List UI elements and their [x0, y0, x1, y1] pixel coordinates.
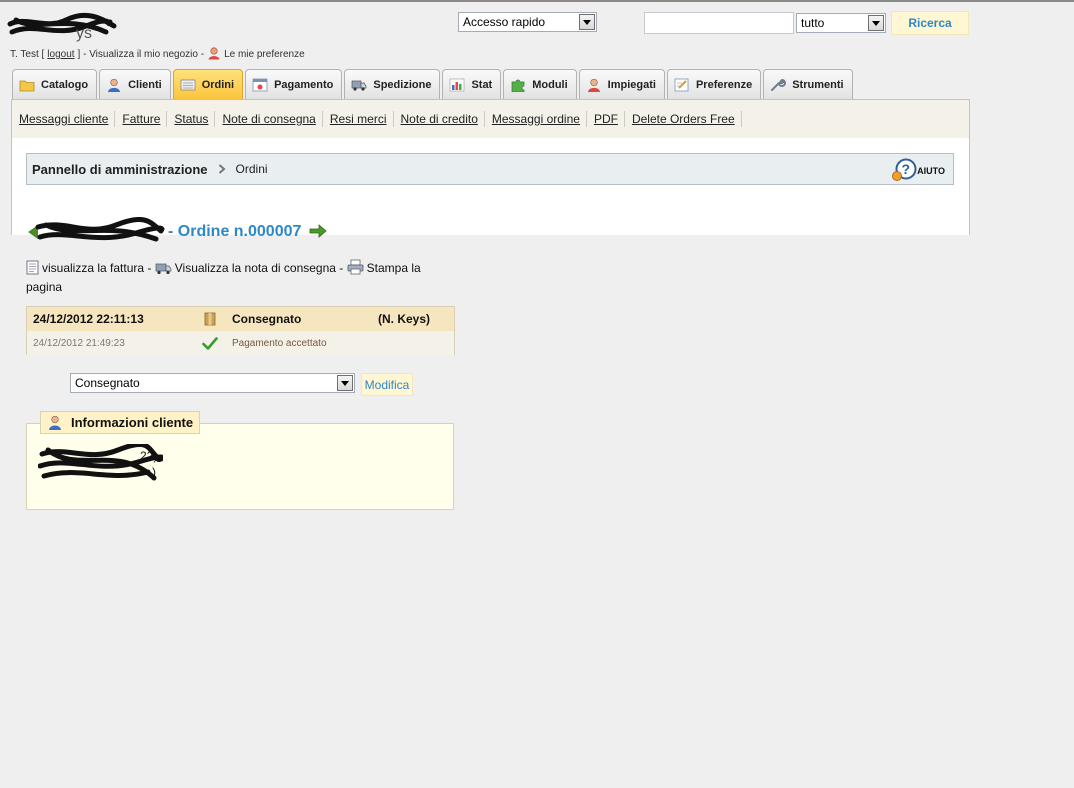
customer-info-title: Informazioni cliente: [71, 415, 194, 430]
submenu-delete-orders-free[interactable]: Delete Orders Free: [631, 111, 742, 127]
tab-label: Clienti: [128, 79, 162, 91]
truck-icon: [155, 262, 172, 279]
customer-details-redacted: 22) ): [38, 444, 163, 481]
next-order-arrow-icon[interactable]: [309, 223, 328, 241]
order-actions: visualizza la fattura - Visualizza la no…: [26, 259, 446, 295]
tab-clienti[interactable]: Clienti: [99, 69, 171, 100]
breadcrumb: Pannello di amministrazione Ordini ? AIU…: [26, 153, 954, 185]
svg-text:?: ?: [902, 161, 911, 177]
tab-moduli[interactable]: Moduli: [503, 69, 577, 100]
svg-text:ys: ys: [76, 25, 92, 42]
logout-link[interactable]: logout: [47, 49, 74, 60]
shop-logo: ys: [7, 12, 117, 42]
redaction-scribble: [38, 444, 163, 481]
chevron-down-icon[interactable]: [337, 375, 353, 391]
customer-icon: [47, 415, 63, 430]
history-employee: (N. Keys): [378, 312, 431, 326]
order-status-value: Consegnato: [75, 376, 140, 390]
history-status: Pagamento accettato: [232, 337, 327, 349]
breadcrumb-current: Ordini: [235, 162, 268, 176]
tab-label: Catalogo: [41, 79, 89, 91]
user-icon: [207, 46, 221, 63]
search-scope-select[interactable]: tutto: [796, 13, 886, 33]
checkmark-icon: [188, 336, 232, 350]
folder-icon: [19, 78, 35, 92]
help-label: AIUTO: [917, 166, 945, 176]
search-button[interactable]: Ricerca: [891, 11, 969, 35]
submenu-pdf[interactable]: PDF: [593, 111, 625, 127]
tab-pagamento[interactable]: Pagamento: [245, 69, 343, 100]
orders-submenu: Messaggi cliente Fatture Status Note di …: [11, 99, 970, 139]
view-invoice-link[interactable]: visualizza la fattura -: [42, 261, 151, 275]
order-status-select[interactable]: Consegnato: [70, 373, 355, 393]
tab-label: Spedizione: [373, 79, 432, 91]
order-history-table: 24/12/2012 22:11:13 Consegnato (N. Keys)…: [26, 306, 455, 355]
package-icon: [188, 312, 232, 326]
stats-icon: [449, 78, 465, 92]
puzzle-icon: [510, 78, 526, 93]
history-status: Consegnato: [232, 312, 302, 326]
modify-status-button[interactable]: Modifica: [361, 373, 413, 396]
submenu-note-di-consegna[interactable]: Note di consegna: [221, 111, 323, 127]
history-date: 24/12/2012 21:49:23: [33, 337, 125, 349]
tab-label: Preferenze: [695, 79, 753, 91]
quick-access-select[interactable]: Accesso rapido: [458, 12, 597, 32]
preferences-link[interactable]: Le mie preferenze: [224, 49, 305, 60]
tab-stat[interactable]: Stat: [442, 69, 502, 100]
user-line: T. Test [ logout ] - Visualizza il mio n…: [10, 46, 305, 63]
quick-access-label: Accesso rapido: [463, 15, 546, 29]
customer-info-legend: Informazioni cliente: [40, 411, 201, 434]
customer-icon: [106, 78, 122, 92]
tab-preferenze[interactable]: Preferenze: [666, 69, 762, 100]
chevron-right-icon: [218, 162, 226, 177]
view-shop-text: ] - Visualizza il mio negozio -: [77, 49, 205, 60]
truck-icon: [351, 78, 367, 92]
help-button[interactable]: ? AIUTO: [891, 158, 945, 184]
preferences-icon: [674, 78, 690, 92]
submenu-resi-merci[interactable]: Resi merci: [329, 111, 394, 127]
submenu-fatture[interactable]: Fatture: [121, 111, 168, 127]
tab-label: Pagamento: [274, 79, 334, 91]
view-delivery-note-link[interactable]: Visualizza la nota di consegna -: [175, 261, 344, 275]
main-tabs: Catalogo Clienti Ordini Pagamento Spediz…: [12, 69, 855, 100]
search-input[interactable]: [644, 12, 794, 34]
chevron-down-icon[interactable]: [868, 15, 884, 31]
tab-label: Moduli: [532, 79, 568, 91]
order-title: - Ordine n.000007: [168, 223, 302, 240]
search-scope-value: tutto: [801, 16, 825, 30]
chevron-down-icon[interactable]: [579, 14, 595, 30]
tab-label: Stat: [471, 79, 493, 91]
tab-catalogo[interactable]: Catalogo: [12, 69, 98, 100]
breadcrumb-home[interactable]: Pannello di amministrazione: [32, 162, 208, 177]
payment-icon: [252, 78, 268, 92]
table-row: 24/12/2012 21:49:23 Pagamento accettato: [27, 331, 454, 355]
order-title-row: - Ordine n.000007: [26, 217, 328, 247]
employee-icon: [586, 78, 602, 92]
cart-icon: [180, 78, 196, 92]
history-date: 24/12/2012 22:11:13: [33, 312, 144, 326]
tab-ordini[interactable]: Ordini: [172, 69, 244, 100]
table-row: 24/12/2012 22:11:13 Consegnato (N. Keys): [27, 307, 454, 331]
tab-impiegati[interactable]: Impiegati: [578, 69, 665, 100]
tab-spedizione[interactable]: Spedizione: [344, 69, 441, 100]
submenu-note-di-credito[interactable]: Note di credito: [400, 111, 485, 127]
submenu-status[interactable]: Status: [173, 111, 216, 127]
user-name: T. Test [: [10, 49, 45, 60]
submenu-messaggi-ordine[interactable]: Messaggi ordine: [491, 111, 587, 127]
tab-label: Impiegati: [607, 79, 656, 91]
tab-strumenti[interactable]: Strumenti: [763, 69, 853, 100]
tab-label: Ordini: [201, 79, 235, 91]
customer-name-redacted: [28, 217, 165, 242]
tab-label: Strumenti: [792, 79, 844, 91]
wrench-icon: [770, 78, 787, 92]
invoice-icon: [26, 260, 39, 279]
printer-icon: [347, 259, 364, 279]
help-icon: ?: [891, 158, 917, 184]
submenu-messaggi-cliente[interactable]: Messaggi cliente: [18, 111, 116, 127]
